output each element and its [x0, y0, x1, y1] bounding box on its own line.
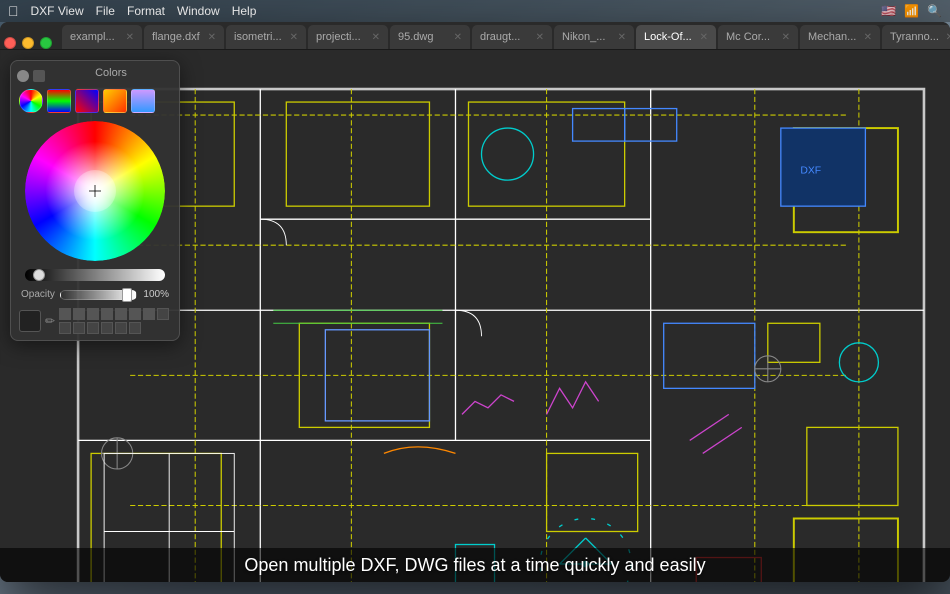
eyedropper-icon[interactable]: ✏: [45, 314, 55, 328]
spectrum-tab[interactable]: [131, 89, 155, 113]
mini-swatches: [59, 308, 169, 334]
mini-swatch-10[interactable]: [87, 322, 99, 334]
tab-3[interactable]: projecti... ✕: [308, 25, 388, 49]
mini-swatch-4[interactable]: [115, 308, 127, 320]
mini-swatch-2[interactable]: [87, 308, 99, 320]
traffic-lights: [4, 37, 52, 49]
tab-4[interactable]: 95.dwg ✕: [390, 25, 470, 49]
svg-text:DXF: DXF: [800, 166, 821, 177]
tab-1[interactable]: flange.dxf ✕: [144, 25, 224, 49]
tab-label-4: 95.dwg: [398, 31, 433, 43]
colors-panel: Colors Opa: [10, 60, 180, 341]
mini-swatch-8[interactable]: [59, 322, 71, 334]
tab-8[interactable]: Mc Cor... ✕: [718, 25, 798, 49]
drawing-area[interactable]: DXF: [0, 50, 950, 582]
tab-9[interactable]: Mechan... ✕: [800, 25, 880, 49]
color-wheel-container[interactable]: [25, 121, 165, 261]
opacity-value: 100%: [141, 289, 169, 300]
system-menu-left:  DXF View File Format Window Help: [8, 3, 256, 19]
sliders-tab[interactable]: [47, 89, 71, 113]
tab-close-0[interactable]: ✕: [126, 32, 134, 43]
tab-label-0: exampl...: [70, 31, 115, 43]
mini-swatch-13[interactable]: [129, 322, 141, 334]
tab-close-8[interactable]: ✕: [782, 32, 790, 43]
maximize-button[interactable]: [40, 37, 52, 49]
panel-minimize-button[interactable]: [33, 70, 45, 82]
flag-icon: 🇺🇸: [881, 4, 896, 18]
color-type-selector: [17, 89, 173, 113]
tab-label-9: Mechan...: [808, 31, 856, 43]
tab-10[interactable]: Tyranno... ✕: [882, 25, 950, 49]
tab-close-9[interactable]: ✕: [864, 32, 872, 43]
mini-swatch-3[interactable]: [101, 308, 113, 320]
format-menu[interactable]: Format: [127, 4, 165, 18]
help-menu[interactable]: Help: [232, 4, 257, 18]
tab-bar: exampl... ✕ flange.dxf ✕ isometri... ✕ p…: [0, 22, 950, 50]
brightness-slider[interactable]: [25, 269, 165, 281]
mini-swatch-0[interactable]: [59, 308, 71, 320]
tab-close-6[interactable]: ✕: [618, 32, 626, 43]
mini-swatch-11[interactable]: [101, 322, 113, 334]
color-wheel-tab[interactable]: [19, 89, 43, 113]
wifi-icon: 📶: [904, 4, 919, 18]
app-name-menu[interactable]: DXF View: [31, 4, 84, 18]
tab-label-8: Mc Cor...: [726, 31, 770, 43]
tab-close-1[interactable]: ✕: [208, 32, 216, 43]
color-palette-tab[interactable]: [75, 89, 99, 113]
tab-2[interactable]: isometri... ✕: [226, 25, 306, 49]
main-window: exampl... ✕ flange.dxf ✕ isometri... ✕ p…: [0, 22, 950, 582]
tab-label-7: Lock-Of...: [644, 31, 692, 43]
color-swatches-bottom: ✏: [17, 308, 173, 334]
file-menu[interactable]: File: [96, 4, 115, 18]
tab-close-3[interactable]: ✕: [372, 32, 380, 43]
tab-5[interactable]: draugt... ✕: [472, 25, 552, 49]
color-preview[interactable]: [19, 310, 41, 332]
mini-swatch-1[interactable]: [73, 308, 85, 320]
mini-swatch-12[interactable]: [115, 322, 127, 334]
tab-close-10[interactable]: ✕: [946, 32, 950, 43]
color-crosshair[interactable]: [89, 185, 101, 197]
tab-6[interactable]: Nikon_... ✕: [554, 25, 634, 49]
tab-0[interactable]: exampl... ✕: [62, 25, 142, 49]
panel-close-button[interactable]: [17, 70, 29, 82]
tab-label-3: projecti...: [316, 31, 361, 43]
tab-label-6: Nikon_...: [562, 31, 605, 43]
tab-close-4[interactable]: ✕: [454, 32, 462, 43]
apple-menu[interactable]: : [8, 3, 19, 19]
window-menu[interactable]: Window: [177, 4, 220, 18]
mini-swatch-9[interactable]: [73, 322, 85, 334]
system-menu-bar:  DXF View File Format Window Help 🇺🇸 📶 …: [0, 0, 950, 22]
close-button[interactable]: [4, 37, 16, 49]
tab-label-5: draugt...: [480, 31, 520, 43]
tab-label-1: flange.dxf: [152, 31, 200, 43]
opacity-label: Opacity: [21, 289, 56, 300]
tab-close-7[interactable]: ✕: [700, 32, 708, 43]
colors-panel-title: Colors: [49, 67, 173, 79]
tab-7[interactable]: Lock-Of... ✕: [636, 25, 716, 49]
system-menu-right: 🇺🇸 📶 🔍: [881, 4, 942, 18]
tab-close-2[interactable]: ✕: [290, 32, 298, 43]
opacity-row: Opacity 100%: [17, 289, 173, 300]
panel-header: Colors: [17, 67, 173, 85]
mini-swatch-5[interactable]: [129, 308, 141, 320]
color-wheel[interactable]: [25, 121, 165, 261]
bottom-text: Open multiple DXF, DWG files at a time q…: [244, 555, 705, 576]
tab-label-2: isometri...: [234, 31, 282, 43]
mini-swatch-7[interactable]: [157, 308, 169, 320]
mini-swatch-6[interactable]: [143, 308, 155, 320]
brightness-thumb[interactable]: [33, 269, 45, 281]
bottom-bar: Open multiple DXF, DWG files at a time q…: [0, 548, 950, 582]
crayon-tab[interactable]: [103, 89, 127, 113]
opacity-thumb[interactable]: [122, 288, 132, 302]
tab-label-10: Tyranno...: [890, 31, 939, 43]
search-icon[interactable]: 🔍: [927, 4, 942, 18]
opacity-slider[interactable]: [60, 290, 137, 300]
minimize-button[interactable]: [22, 37, 34, 49]
tab-close-5[interactable]: ✕: [536, 32, 544, 43]
